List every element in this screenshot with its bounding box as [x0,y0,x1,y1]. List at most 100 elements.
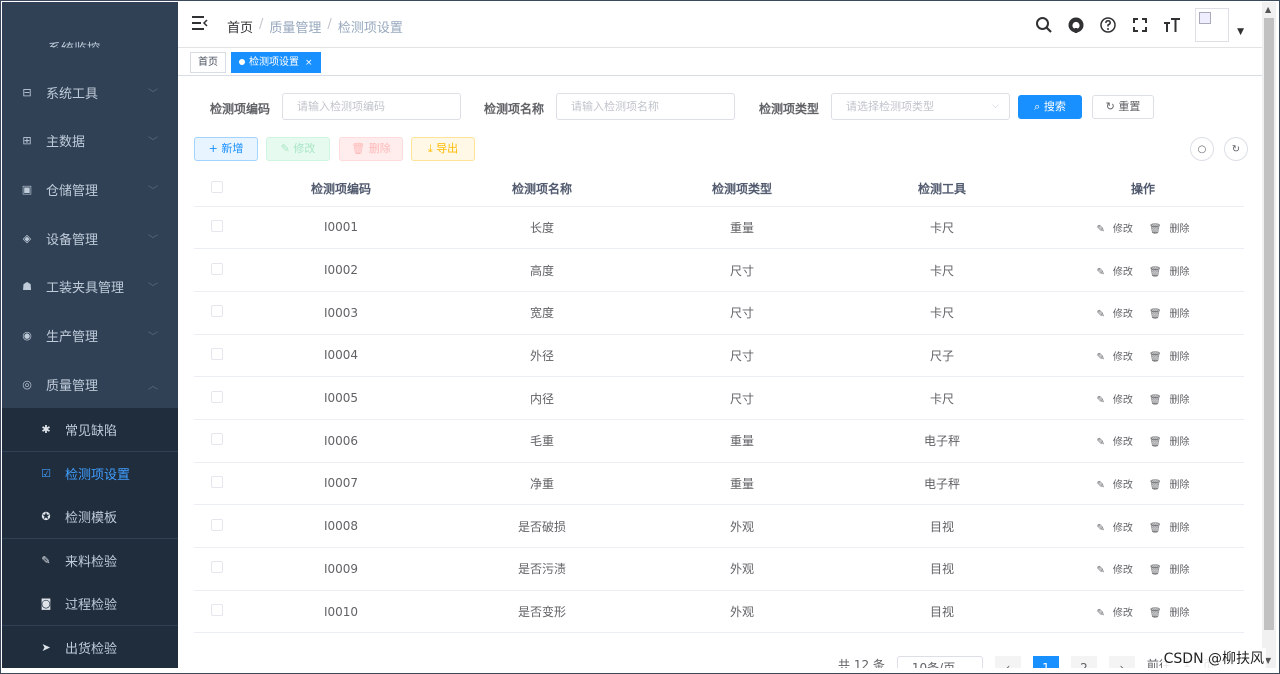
sidebar-item[interactable]: ◈ 设备管理 ﹀ [2,214,178,262]
sidebar-subitem[interactable]: ➤ 出货检验 [2,625,178,668]
table-row[interactable]: I0003 宽度 尺寸 卡尺 ✎ 修改 🗑 删除 [194,291,1244,335]
select-all-checkbox[interactable] [211,181,223,194]
sidebar-item[interactable]: ☗ 工装夹具管理 ﹀ [2,262,178,310]
page-button[interactable]: 2 [1070,656,1097,668]
help-icon[interactable] [1099,16,1117,34]
table-row[interactable]: I0001 长度 重量 卡尺 ✎ 修改 🗑 删除 [194,206,1244,250]
font-size-icon[interactable] [1163,16,1181,34]
export-button[interactable]: ⤓ 导出 [411,137,475,161]
row-delete-link[interactable]: 🗑 删除 [1145,352,1194,363]
table-row[interactable]: I0006 毛重 重量 电子秤 ✎ 修改 🗑 删除 [194,419,1244,463]
refresh-button[interactable]: ↻ [1224,137,1248,161]
row-edit-link[interactable]: ✎ 修改 [1092,224,1136,235]
row-checkbox[interactable] [211,561,223,574]
row-edit-label: 修改 [1112,608,1133,620]
row-delete-link[interactable]: 🗑 删除 [1145,437,1194,448]
row-edit-link[interactable]: ✎ 修改 [1092,267,1136,278]
action-cell: ✎ 修改 🗑 删除 [1042,419,1244,463]
reset-button[interactable]: ↻ 重置 [1092,95,1154,119]
sidebar-subitem[interactable]: ◙ 过程检验 [2,582,178,625]
row-delete-link[interactable]: 🗑 删除 [1145,395,1194,406]
row-delete-link[interactable]: 🗑 删除 [1145,608,1194,619]
row-checkbox[interactable] [211,390,223,403]
add-button[interactable]: + 新增 [194,137,258,161]
row-edit-link[interactable]: ✎ 修改 [1092,395,1136,406]
table-row[interactable]: I0008 是否破损 外观 目视 ✎ 修改 🗑 删除 [194,504,1244,548]
table-row[interactable]: I0002 高度 尺寸 卡尺 ✎ 修改 🗑 删除 [194,248,1244,292]
row-checkbox[interactable] [211,219,223,232]
sidebar-subitem-label: 出货检验 [65,641,118,657]
breadcrumb-home[interactable]: 首页 [227,17,253,36]
row-delete-link[interactable]: 🗑 删除 [1145,480,1194,491]
code-cell: I0008 [240,504,442,548]
row-edit-link[interactable]: ✎ 修改 [1092,309,1136,320]
search-icon[interactable] [1035,16,1053,34]
row-delete-link[interactable]: 🗑 删除 [1145,267,1194,278]
tag-home[interactable]: 首页 [190,52,226,73]
page-size-select[interactable]: 10条/页 [896,656,983,668]
edit-button[interactable]: ✎ 修改 [266,137,330,161]
code-cell: I0009 [240,547,442,591]
table-row[interactable]: I0007 净重 重量 电子秤 ✎ 修改 🗑 删除 [194,462,1244,506]
action-cell: ✎ 修改 🗑 删除 [1042,462,1244,506]
row-delete-link[interactable]: 🗑 删除 [1145,309,1194,320]
tag-active[interactable]: 检测项设置 × [231,52,321,73]
hamburger-icon[interactable] [192,16,208,30]
row-delete-link[interactable]: 🗑 删除 [1145,224,1194,235]
scrollbar-thumb[interactable] [1264,18,1274,630]
row-edit-link[interactable]: ✎ 修改 [1092,352,1136,363]
tool-cell: 电子秤 [842,462,1042,506]
row-checkbox[interactable] [211,262,223,275]
sidebar-subitem[interactable]: ✱ 常见缺陷 [2,408,178,451]
vertical-scrollbar[interactable]: ▲ ▼ [1262,2,1276,668]
row-checkbox[interactable] [211,518,223,531]
scroll-up-icon[interactable]: ▲ [1265,5,1271,14]
row-delete-label: 删除 [1169,437,1190,449]
row-checkbox[interactable] [211,433,223,446]
row-edit-link[interactable]: ✎ 修改 [1092,480,1136,491]
sidebar-item-system-monitor[interactable]: 系统监控 [2,2,178,64]
row-edit-link[interactable]: ✎ 修改 [1092,437,1136,448]
row-checkbox[interactable] [211,347,223,360]
toggle-search-button[interactable]: ○ [1190,137,1214,161]
name-input[interactable]: 请输入检测项名称 [556,93,735,120]
sidebar-item[interactable]: ◎ 质量管理 ︿ [2,360,178,408]
edit-button-label: 修改 [293,142,316,155]
prev-page-button[interactable]: ‹ [994,656,1021,668]
code-input[interactable]: 请输入检测项编码 [282,93,461,120]
sidebar-item[interactable]: ▣ 仓储管理 ﹀ [2,165,178,213]
sidebar-subitem[interactable]: ☑ 检测项设置 [2,451,178,495]
github-icon[interactable] [1067,16,1085,34]
row-checkbox[interactable] [211,475,223,488]
type-cell: 重量 [642,462,842,506]
tool-icon: ☗ [22,279,32,293]
table-row[interactable]: I0009 是否污渍 外观 目视 ✎ 修改 🗑 删除 [194,547,1244,591]
sidebar-subitem[interactable]: ✪ 检测模板 [2,495,178,538]
sidebar-subitem[interactable]: ✎ 来料检验 [2,538,178,582]
avatar[interactable] [1195,8,1230,42]
table-row[interactable]: I0004 外径 尺寸 尺子 ✎ 修改 🗑 删除 [194,334,1244,378]
row-checkbox[interactable] [211,305,223,318]
row-edit-link[interactable]: ✎ 修改 [1092,608,1136,619]
sidebar-item[interactable]: ⊞ 主数据 ﹀ [2,116,178,164]
row-edit-link[interactable]: ✎ 修改 [1092,565,1136,576]
table-row[interactable]: I0010 是否变形 外观 目视 ✎ 修改 🗑 删除 [194,590,1244,634]
next-page-button[interactable]: › [1108,656,1135,668]
search-button[interactable]: ⌕ 搜索 [1018,95,1082,119]
type-select[interactable]: 请选择检测项类型 ⌵ [831,93,1010,120]
row-checkbox[interactable] [211,604,223,617]
row-edit-link[interactable]: ✎ 修改 [1092,523,1136,534]
caret-down-icon[interactable]: ▼ [1237,27,1244,37]
fullscreen-icon[interactable] [1131,16,1149,34]
sidebar-item[interactable]: ⊟ 系统工具 ﹀ [2,68,178,116]
row-delete-link[interactable]: 🗑 删除 [1145,565,1194,576]
name-cell: 是否破损 [442,504,642,548]
row-delete-label: 删除 [1169,394,1190,406]
table-row[interactable]: I0005 内径 尺寸 卡尺 ✎ 修改 🗑 删除 [194,376,1244,420]
page-button[interactable]: 1 [1032,656,1059,668]
row-delete-link[interactable]: 🗑 删除 [1145,523,1194,534]
close-icon[interactable]: × [305,58,313,68]
delete-button[interactable]: 🗑 删除 [339,137,403,161]
tool-cell: 卡尺 [842,248,1042,292]
sidebar-item[interactable]: ◉ 生产管理 ﹀ [2,311,178,359]
